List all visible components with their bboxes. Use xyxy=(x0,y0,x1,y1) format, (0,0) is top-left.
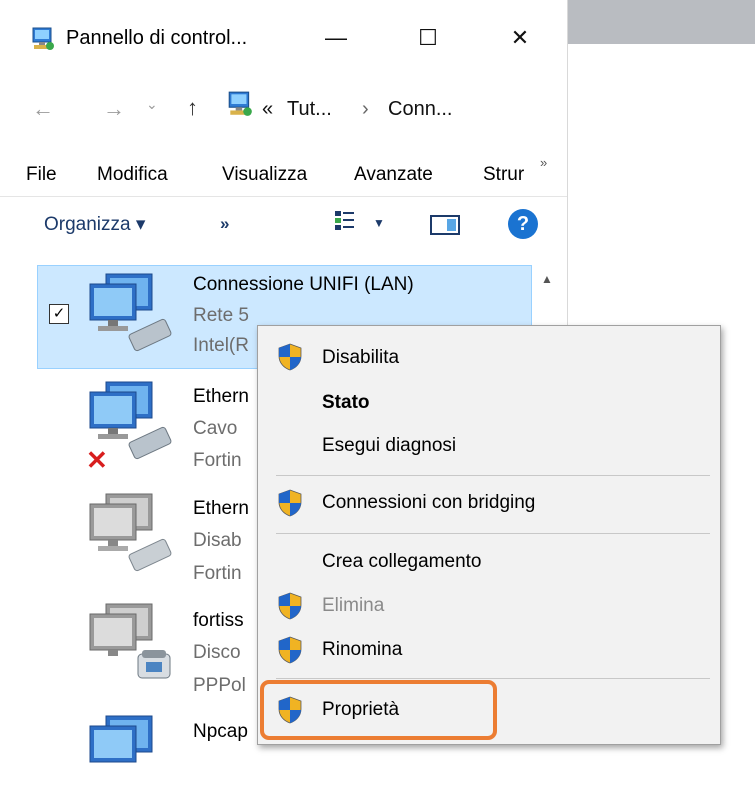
minimize-button[interactable]: — xyxy=(308,18,364,58)
dialup-connection-icon xyxy=(89,603,171,679)
breadcrumb-item-all[interactable]: Tut... xyxy=(287,98,332,121)
recent-locations-icon[interactable]: ⌄ xyxy=(146,96,158,113)
back-arrow-icon[interactable]: ← xyxy=(32,96,54,122)
proprieta-highlight-box xyxy=(260,680,497,740)
item-subtitle: Rete 5 xyxy=(193,305,249,326)
help-icon[interactable]: ? xyxy=(508,209,538,239)
window-title: Pannello di control... xyxy=(66,27,248,49)
item-title: Ethern xyxy=(193,386,249,407)
network-adapter-icon xyxy=(89,715,153,763)
control-panel-icon xyxy=(32,27,54,50)
forward-arrow-icon[interactable]: → xyxy=(103,96,125,122)
background-window-strip xyxy=(567,0,755,44)
menu-separator xyxy=(276,475,710,476)
preview-pane-icon[interactable] xyxy=(430,215,460,235)
item-title: Ethern xyxy=(193,498,249,519)
menu-item-rinomina-label: Rinomina xyxy=(322,639,403,660)
item-title: fortiss xyxy=(193,610,244,631)
menu-item-elimina-label: Elimina xyxy=(322,595,385,616)
item-device: Fortin xyxy=(193,563,242,584)
item-subtitle: Disco xyxy=(193,642,241,663)
menu-modifica[interactable]: Modifica xyxy=(97,164,168,186)
up-arrow-icon[interactable]: ↑ xyxy=(187,95,198,121)
item-title: Connessione UNIFI (LAN) xyxy=(193,274,414,295)
menu-visualizza[interactable]: Visualizza xyxy=(222,164,307,186)
maximize-button[interactable]: ☐ xyxy=(400,18,456,58)
menu-item-disabilita-label: Disabilita xyxy=(322,347,400,368)
menu-item-crea-collegamento-label: Crea collegamento xyxy=(322,551,482,572)
item-device: PPPol xyxy=(193,675,246,696)
item-subtitle: Disab xyxy=(193,530,242,551)
item-title: Npcap xyxy=(193,721,248,742)
address-control-panel-icon xyxy=(228,91,252,116)
disconnected-x-icon: ✕ xyxy=(86,445,108,475)
organize-button[interactable]: Organizza ▾ xyxy=(44,213,145,236)
menu-item-stato-label: Stato xyxy=(322,392,370,413)
breadcrumb-separator[interactable]: › xyxy=(362,98,369,121)
network-adapter-icon xyxy=(89,273,172,352)
view-dropdown-caret-icon[interactable]: ▼ xyxy=(373,216,385,230)
menu-strumenti[interactable]: Strur xyxy=(483,164,524,186)
menu-avanzate[interactable]: Avanzate xyxy=(354,164,433,186)
scroll-up-icon[interactable]: ▲ xyxy=(541,272,553,286)
menu-file[interactable]: File xyxy=(26,164,57,186)
menu-item-connessioni-bridging-label: Connessioni con bridging xyxy=(322,492,536,513)
network-adapter-disabled-icon xyxy=(89,493,172,572)
breadcrumb-item-connections[interactable]: Conn... xyxy=(388,98,452,121)
breadcrumb-overflow[interactable]: « xyxy=(262,98,273,121)
command-overflow-icon[interactable]: » xyxy=(220,214,229,234)
menu-separator xyxy=(276,678,710,679)
item-device: Intel(R xyxy=(193,335,249,356)
close-button[interactable]: ✕ xyxy=(492,18,548,58)
menu-item-esegui-diagnosi-label: Esegui diagnosi xyxy=(322,435,457,456)
item-device: Fortin xyxy=(193,450,242,471)
menu-separator xyxy=(276,533,710,534)
item-subtitle: Cavo xyxy=(193,418,238,439)
change-view-icon[interactable] xyxy=(334,210,356,232)
item-checkbox[interactable]: ✓ xyxy=(49,304,69,324)
menu-overflow-chevron-icon[interactable]: » xyxy=(540,155,547,170)
